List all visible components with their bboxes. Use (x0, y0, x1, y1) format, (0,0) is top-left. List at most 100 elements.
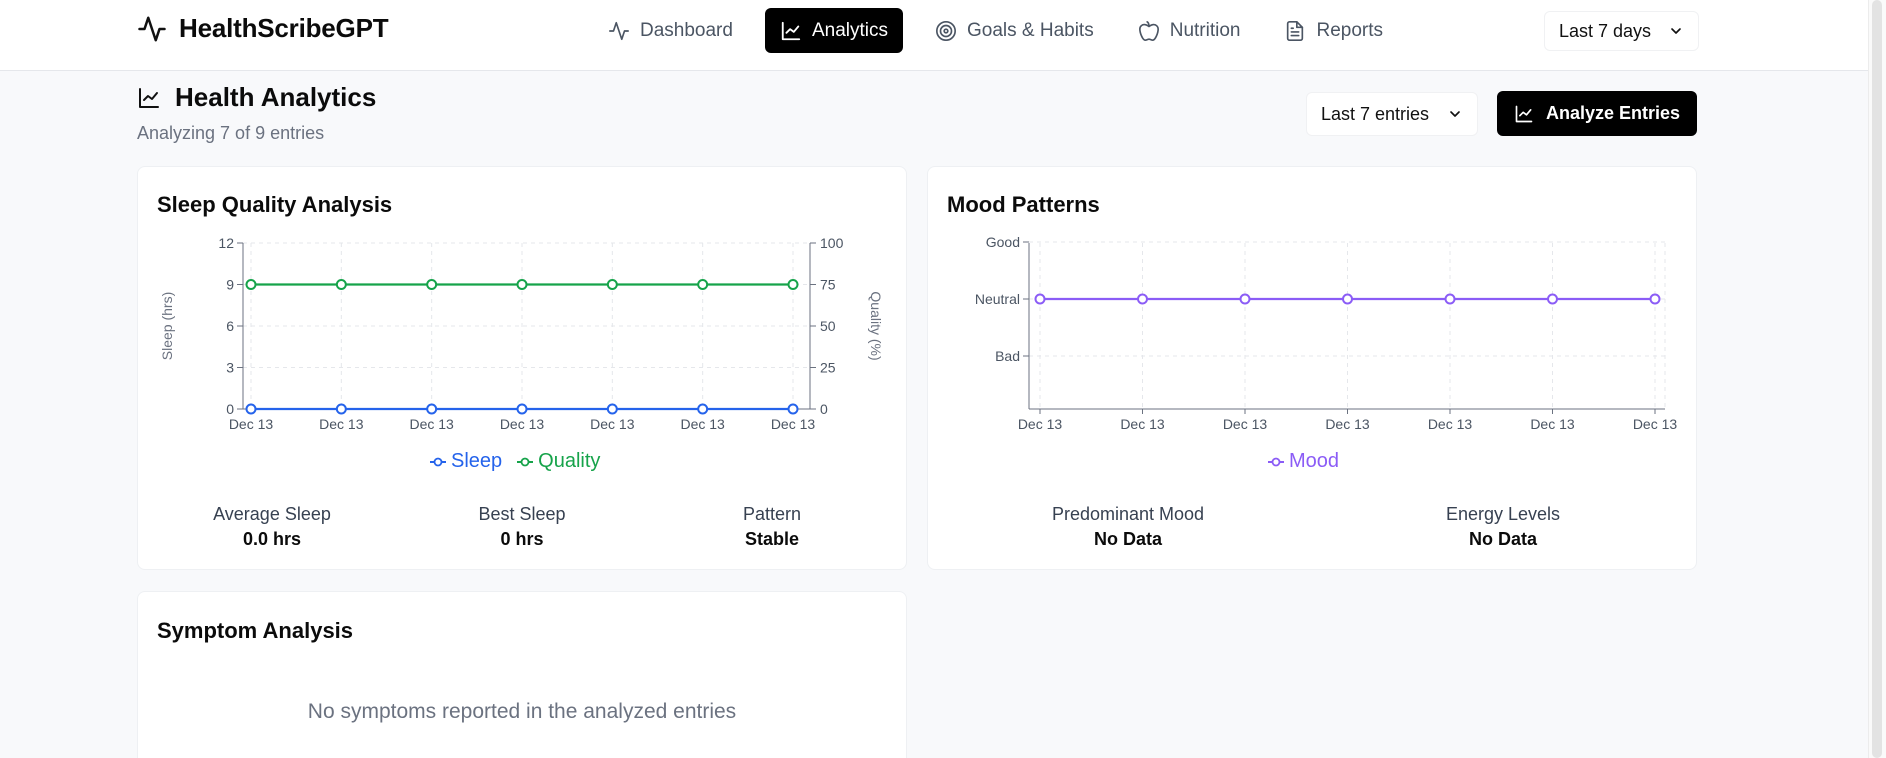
x-tick-label: Dec 13 (500, 416, 545, 432)
nav-goals-habits[interactable]: Goals & Habits (923, 8, 1106, 53)
data-point-quality (335, 279, 347, 290)
brand[interactable]: HealthScribeGPT (137, 13, 389, 44)
data-point-sleep (245, 403, 257, 415)
data-point-mood (1444, 293, 1456, 305)
nav-label: Dashboard (640, 19, 733, 41)
data-point-quality (606, 279, 618, 290)
line-chart-icon (781, 21, 801, 40)
stat-best-sleep: Best Sleep 0 hrs (412, 504, 632, 550)
stat-energy-levels: Energy Levels No Data (1393, 504, 1613, 550)
data-point-sleep (516, 403, 528, 415)
y-tick-label: 12 (218, 235, 234, 251)
sleep-quality-card: Sleep Quality Analysis 0 3 6 9 12 0 25 50 75 100 D… (137, 166, 907, 570)
y2-tick-label: 50 (820, 318, 836, 334)
y2-tick-label: 0 (820, 401, 828, 417)
mood-card-title: Mood Patterns (947, 192, 1100, 217)
stat-average-sleep: Average Sleep 0.0 hrs (162, 504, 382, 550)
data-point-sleep (697, 403, 709, 415)
stat-label: Energy Levels (1445, 504, 1561, 524)
y2-tick-label: 25 (820, 360, 836, 376)
legend-sleep-label: Sleep (451, 450, 503, 472)
nav-analytics[interactable]: Analytics (764, 8, 903, 53)
legend-sleep-marker (430, 457, 446, 466)
stat-value: Stable (744, 529, 800, 549)
symptom-empty-message: No symptoms reported in the analyzed ent… (307, 700, 737, 723)
mood-chart-legend: Mood (1267, 450, 1339, 473)
analyze-entries-label: Analyze Entries (1545, 103, 1681, 123)
page-title: Health Analytics (137, 82, 376, 113)
mood-patterns-chart: Bad Neutral Good Dec 13 Dec 13 Dec 13 Dec 13 De… (975, 234, 1678, 432)
entries-count-select[interactable]: Last 7 entries (1306, 92, 1478, 136)
stat-label: Pattern (742, 504, 802, 524)
x-tick-label: Dec 13 (1325, 416, 1370, 432)
x-tick-label: Dec 13 (680, 416, 725, 432)
y-tick-label: 3 (226, 360, 234, 376)
nav-label: Reports (1316, 19, 1383, 41)
data-point-mood (1547, 293, 1558, 305)
data-point-sleep (787, 403, 799, 415)
legend-sleep[interactable]: Sleep (429, 450, 502, 473)
nav-label: Analytics (811, 19, 888, 41)
data-point-quality (426, 279, 438, 290)
x-tick-label: Dec 13 (1633, 416, 1678, 432)
mood-patterns-card: Mood Patterns Bad Neutral Good Dec 13 Dec 13… (927, 166, 1697, 570)
line-chart-icon (1515, 105, 1533, 122)
app-name: HealthScribeGPT (179, 13, 389, 43)
y-tick-label: Good (986, 234, 1020, 250)
data-point-quality (787, 279, 799, 290)
stat-value: No Data (1093, 529, 1162, 549)
y-tick-label: 0 (226, 401, 234, 417)
x-tick-label: Dec 13 (1223, 416, 1268, 432)
x-tick-label: Dec 13 (409, 416, 454, 432)
legend-quality-marker (517, 457, 534, 466)
x-tick-label: Dec 13 (1428, 416, 1473, 432)
page-title-text: Health Analytics (175, 82, 377, 112)
file-text-icon (1287, 20, 1304, 41)
x-tick-label: Dec 13 (590, 416, 635, 432)
date-range-value: Last 7 days (1559, 20, 1652, 41)
scrollbar-thumb[interactable] (1872, 0, 1882, 758)
activity-icon (138, 16, 166, 41)
data-point-sleep (335, 403, 347, 415)
target-icon (935, 20, 956, 41)
vertical-scrollbar[interactable] (1868, 0, 1886, 758)
y-axis-label: Sleep (hrs) (159, 292, 175, 360)
nav-dashboard[interactable]: Dashboard (596, 8, 745, 53)
y2-tick-label: 100 (820, 235, 844, 251)
stat-value: No Data (1468, 529, 1537, 549)
symptom-analysis-card: Symptom Analysis No symptoms reported in… (137, 591, 907, 758)
sleep-quality-chart: 0 3 6 9 12 0 25 50 75 100 Dec 13 Dec 13 Dec 13 Dec 13… (159, 235, 884, 432)
entries-count-value: Last 7 entries (1321, 103, 1430, 124)
x-tick-label: Dec 13 (1120, 416, 1165, 432)
main-nav: Dashboard Analytics Goals & Habits Nutri… (596, 8, 1395, 53)
nav-nutrition[interactable]: Nutrition (1126, 8, 1253, 53)
data-point-quality (245, 279, 257, 290)
legend-quality[interactable]: Quality (516, 450, 600, 473)
legend-mood[interactable]: Mood (1267, 450, 1339, 473)
nav-label: Nutrition (1169, 19, 1241, 41)
chevron-down-icon (1671, 28, 1681, 34)
date-range-select[interactable]: Last 7 days (1544, 11, 1699, 51)
nav-label: Goals & Habits (966, 19, 1094, 41)
data-point-mood (1239, 293, 1251, 305)
data-point-mood (1137, 293, 1148, 305)
chevron-down-icon (1450, 111, 1460, 117)
x-tick-label: Dec 13 (1530, 416, 1575, 432)
stat-predominant-mood: Predominant Mood No Data (1018, 504, 1238, 550)
page-subtitle: Analyzing 7 of 9 entries (137, 123, 325, 143)
analyze-entries-button[interactable]: Analyze Entries (1497, 91, 1697, 136)
apple-icon (1138, 20, 1159, 41)
sleep-chart-legend: Sleep Quality (429, 450, 600, 473)
y-tick-label: 9 (226, 277, 234, 293)
symptom-card-title: Symptom Analysis (157, 618, 354, 643)
y2-tick-label: 75 (820, 277, 836, 293)
legend-mood-label: Mood (1289, 450, 1340, 472)
y-tick-label: Bad (995, 348, 1020, 364)
y-tick-label: Neutral (975, 291, 1020, 307)
data-point-sleep (426, 403, 438, 415)
stat-value: 0 hrs (500, 529, 544, 549)
nav-reports[interactable]: Reports (1272, 8, 1395, 53)
legend-quality-label: Quality (538, 450, 601, 472)
x-tick-label: Dec 13 (771, 416, 816, 432)
top-navbar: HealthScribeGPT Dashboard Analytics Goal… (0, 0, 1868, 71)
